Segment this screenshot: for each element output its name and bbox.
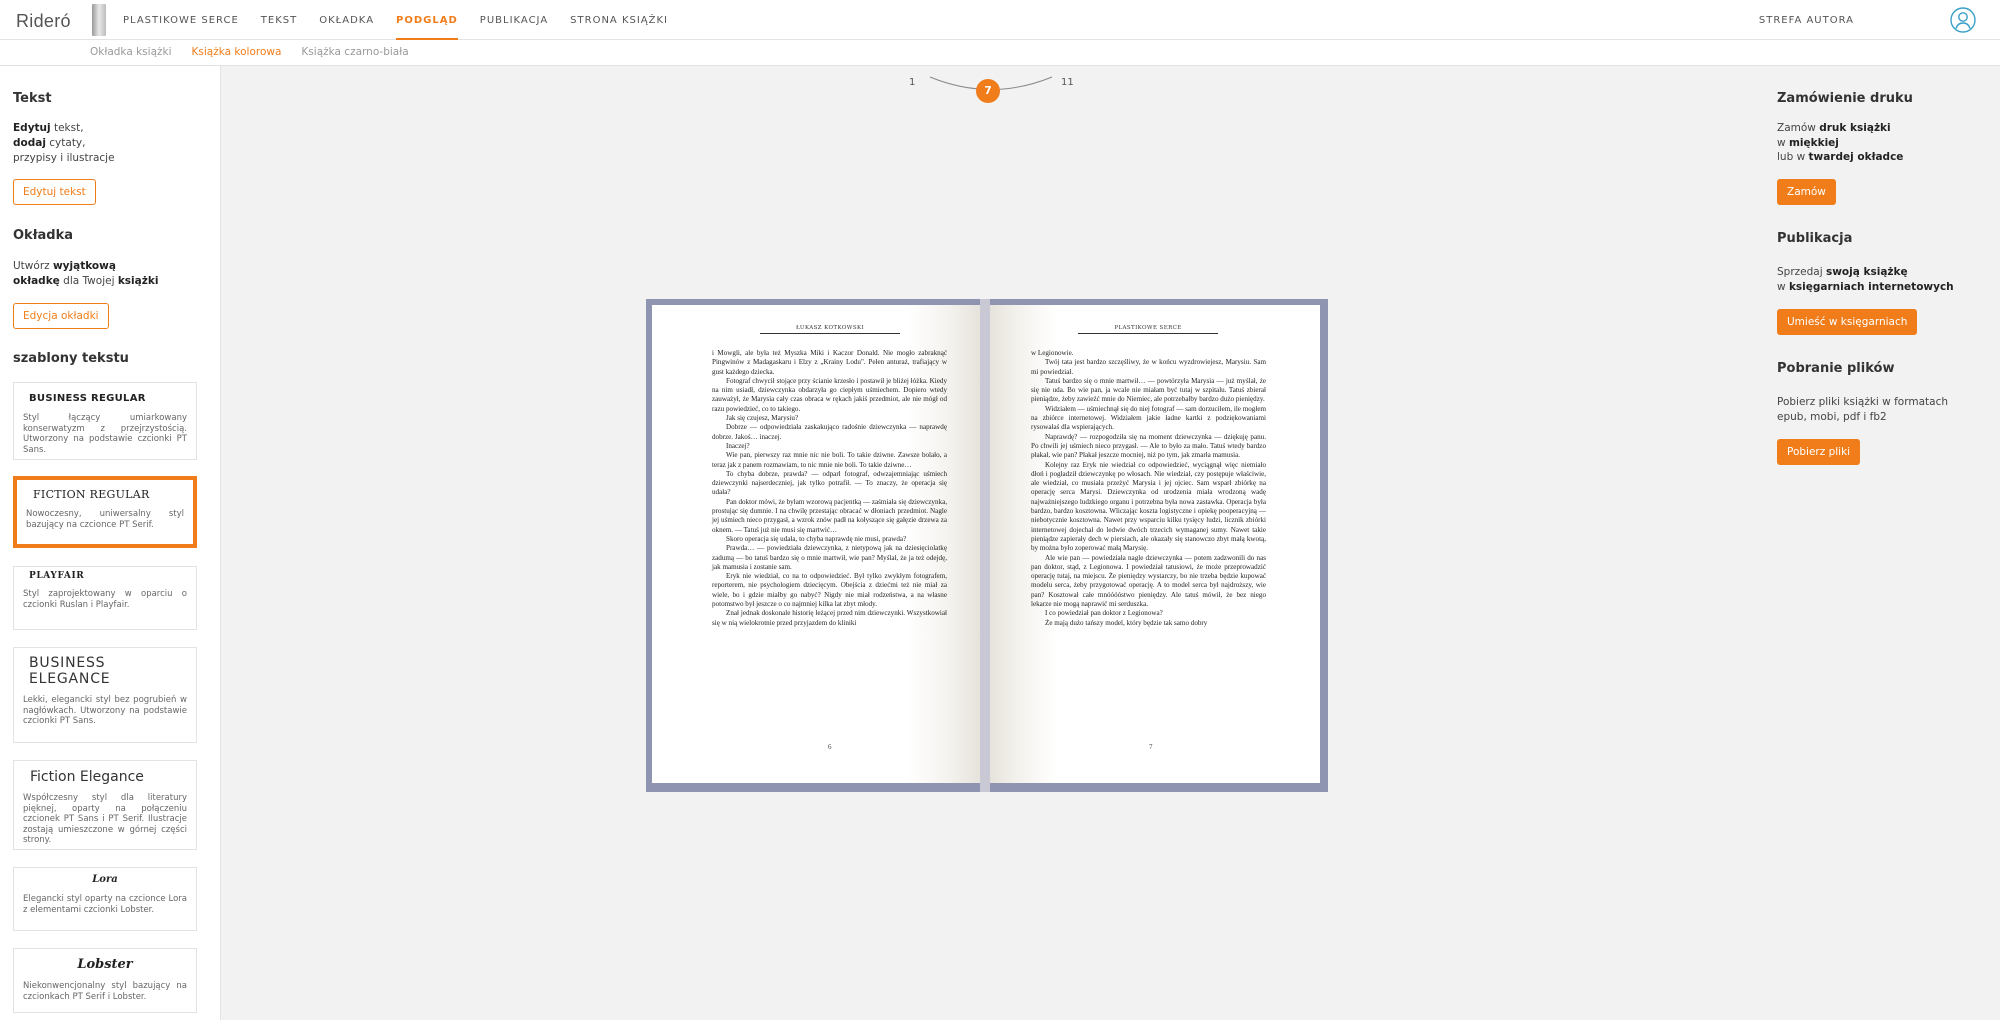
- template-title: Fiction Elegance: [30, 769, 144, 785]
- template-playfair[interactable]: PLAYFAIR Styl zaprojektowany w oparciu o…: [13, 566, 197, 630]
- template-lora[interactable]: Lora Elegancki styl oparty na czcionce L…: [13, 867, 197, 931]
- ridero-logo[interactable]: Rideró: [16, 11, 71, 32]
- book-paragraph: Wie pan, pierwszy raz mnie nic nie boli.…: [712, 451, 947, 469]
- user-circle-icon[interactable]: [1950, 7, 1976, 33]
- template-title: Lora: [92, 874, 118, 885]
- author-zone-link[interactable]: STREFA AUTORA: [1759, 15, 1854, 26]
- tab-ksiazka-kolorowa[interactable]: Książka kolorowa: [182, 46, 292, 58]
- template-title: FICTION REGULAR: [33, 488, 150, 501]
- download-files-title: Pobranie plików: [1777, 361, 1895, 376]
- print-order-description: Zamów druk książki w miękkiej lub w twar…: [1777, 122, 1904, 163]
- print-order-title: Zamówienie druku: [1777, 91, 1913, 106]
- left-sidebar: Tekst Edytuj tekst, dodaj cytaty, przypi…: [0, 66, 221, 1020]
- publication-description: Sprzedaj swoją książkę w księgarniach in…: [1777, 266, 1954, 293]
- template-description: Lekki, elegancki styl bez pogrubień w na…: [23, 695, 187, 726]
- pager-end-number: 11: [1061, 77, 1074, 88]
- text-section-title: Tekst: [13, 91, 52, 106]
- book-paragraph: Eryk nie wiedział, co na to odpowiedzieć…: [712, 572, 947, 609]
- cover-section-title: Okładka: [13, 228, 74, 243]
- nav-podglad[interactable]: PODGLĄD: [385, 0, 469, 40]
- template-fiction-elegance[interactable]: Fiction Elegance Współczesny styl dla li…: [13, 760, 197, 850]
- publish-in-stores-button[interactable]: Umieść w księgarniach: [1777, 309, 1918, 335]
- book-paragraph: Znał jednak doskonale historię leżącej p…: [712, 609, 947, 627]
- template-business-regular[interactable]: BUSINESS REGULAR Styl łączący umiarkowan…: [13, 382, 197, 460]
- nav-publikacja[interactable]: PUBLIKACJA: [469, 0, 559, 40]
- template-description: Współczesny styl dla literatury pięknej,…: [23, 793, 187, 845]
- book-paragraph: Twój tata jest bardzo szczęśliwy, że w k…: [1031, 358, 1266, 376]
- template-description: Niekonwencjonalny styl bazujący na czcio…: [23, 981, 187, 1002]
- right-running-head: PLASTIKOWE SERCE: [1078, 325, 1218, 334]
- book-paragraph: Naprawdę? — rozpogodziła się na moment d…: [1031, 432, 1266, 460]
- download-files-description: Pobierz pliki książki w formatach epub, …: [1777, 396, 1948, 423]
- template-description: Styl zaprojektowany w oparciu o czcionki…: [23, 589, 187, 610]
- template-title: BUSINESS REGULAR: [29, 393, 146, 404]
- book-paragraph: Ale wie pan — powiedziała nagle dziewczy…: [1031, 553, 1266, 609]
- tab-ksiazka-czarno-biala[interactable]: Książka czarno-biała: [291, 46, 418, 58]
- right-page: PLASTIKOWE SERCE w Legionowie. Twój tata …: [990, 305, 1320, 783]
- tab-okladka-ksiazki[interactable]: Okładka książki: [80, 46, 182, 58]
- book-spine: [980, 299, 990, 792]
- edit-cover-button[interactable]: Edycja okładki: [13, 303, 109, 329]
- book-paragraph: Widziałem — uśmiechnął się do niej fotog…: [1031, 404, 1266, 432]
- book-thumbnail-icon: [92, 4, 106, 36]
- template-description: Nowoczesny, uniwersalny styl bazujący na…: [26, 509, 184, 530]
- page-slider[interactable]: 1 7 11: [900, 72, 1080, 108]
- order-print-button[interactable]: Zamów: [1777, 179, 1836, 205]
- preview-subnav: Okładka książki Książka kolorowa Książka…: [80, 46, 419, 58]
- template-title: PLAYFAIR: [29, 571, 85, 581]
- book-preview: ŁUKASZ KOTKOWSKI i Mowgli, ale była też …: [646, 299, 1328, 792]
- template-title: Lobster: [77, 957, 133, 972]
- left-page-number: 6: [828, 743, 832, 751]
- download-files-button[interactable]: Pobierz pliki: [1777, 439, 1861, 465]
- template-business-elegance[interactable]: BUSINESS ELEGANCE Lekki, elegancki styl …: [13, 647, 197, 743]
- templates-title: szablony tekstu: [13, 351, 129, 366]
- book-paragraph: Kolejny raz Eryk nie wiedział co odpowie…: [1031, 460, 1266, 553]
- main-nav: PLASTIKOWE SERCE TEKST OKŁADKA PODGLĄD P…: [112, 0, 679, 40]
- book-paragraph: I co powiedział pan doktor z Legionowa?: [1045, 609, 1163, 618]
- top-navigation-bar: Rideró PLASTIKOWE SERCE TEKST OKŁADKA PO…: [0, 0, 2000, 40]
- left-page: ŁUKASZ KOTKOWSKI i Mowgli, ale była też …: [652, 305, 980, 783]
- preview-subnav-bar: Okładka książki Książka kolorowa Książka…: [0, 40, 2000, 66]
- pager-start-number: 1: [909, 77, 916, 88]
- right-page-text: w Legionowie. Twój tata jest bardzo szczę…: [1031, 349, 1266, 628]
- template-description: Elegancki styl oparty na czcionce Lora z…: [23, 894, 187, 915]
- book-paragraph: w Legionowie.: [1031, 349, 1074, 357]
- left-page-text: i Mowgli, ale była też Myszka Miki i Kac…: [712, 349, 947, 628]
- book-paragraph: Jak się czujesz, Marysiu?: [726, 414, 799, 423]
- template-description: Styl łączący umiarkowany konserwatyzm z …: [23, 413, 187, 455]
- book-paragraph: To chyba dobrze, prawda? — odparł fotogr…: [712, 469, 947, 497]
- template-fiction-regular[interactable]: FICTION REGULAR Nowoczesny, uniwersalny …: [13, 476, 197, 548]
- book-paragraph: Że mają dużo tańszy model, który będzie …: [1045, 618, 1208, 627]
- cover-section-description: Utwórz wyjątkową okładkę dla Twojej ksią…: [13, 260, 159, 287]
- nav-tekst[interactable]: TEKST: [250, 0, 308, 40]
- book-paragraph: Dobrze — odpowiedziała zaskakująco radoś…: [712, 423, 947, 441]
- pager-current-page[interactable]: 7: [976, 79, 1000, 103]
- book-paragraph: Skoro operacja się udała, to chyba napra…: [726, 534, 907, 543]
- book-paragraph: Prawda… — powiedziała dziewczynka, z nie…: [712, 544, 947, 571]
- left-running-head: ŁUKASZ KOTKOWSKI: [760, 325, 900, 334]
- edit-text-button[interactable]: Edytuj tekst: [13, 179, 96, 205]
- book-paragraph: Pan doktor mówi, że byłam wzorową pacjen…: [712, 497, 947, 534]
- book-paragraph: Fotograf chwycił stojące przy ścianie kr…: [712, 376, 947, 413]
- nav-okladka[interactable]: OKŁADKA: [308, 0, 385, 40]
- text-section-description: Edytuj tekst, dodaj cytaty, przypisy i i…: [13, 122, 115, 164]
- nav-strona-ksiazki[interactable]: STRONA KSIĄŻKI: [559, 0, 679, 40]
- right-page-number: 7: [1149, 743, 1153, 751]
- book-paragraph: Inaczej?: [726, 441, 750, 450]
- template-title: BUSINESS ELEGANCE: [29, 655, 111, 687]
- book-paragraph: Tatuś bardzo się o mnie martwił… — powtó…: [1031, 376, 1266, 404]
- nav-book-title[interactable]: PLASTIKOWE SERCE: [112, 0, 250, 40]
- book-paragraph: i Mowgli, ale była też Myszka Miki i Kac…: [712, 349, 947, 376]
- template-lobster[interactable]: Lobster Niekonwencjonalny styl bazujący …: [13, 948, 197, 1013]
- publication-title: Publikacja: [1777, 231, 1853, 246]
